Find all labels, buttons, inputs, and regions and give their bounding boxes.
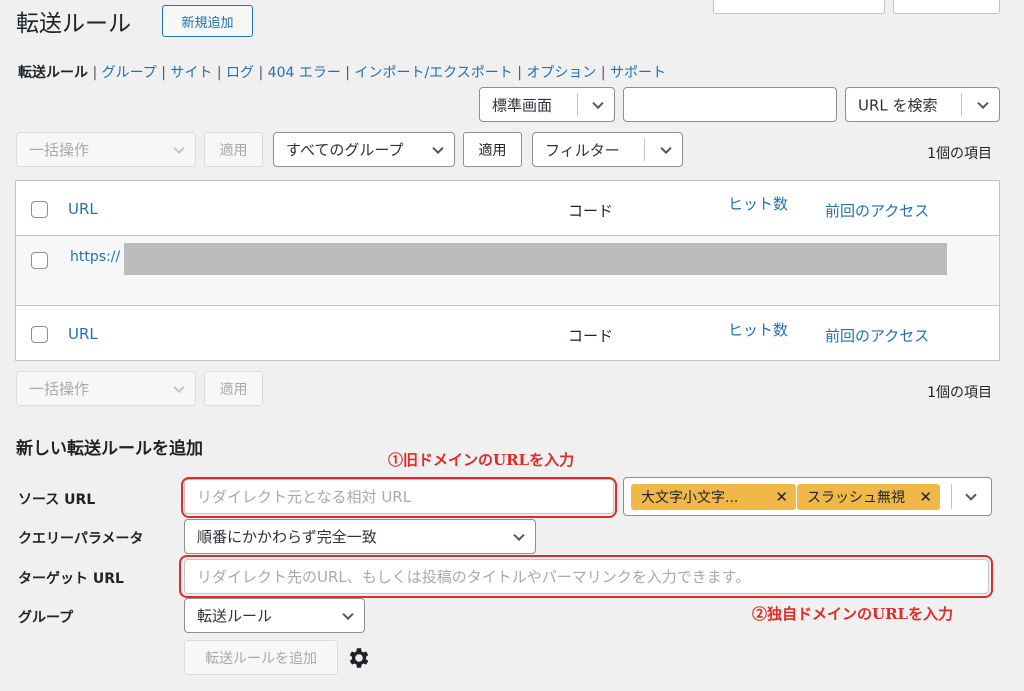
flags-select[interactable]: 大文字小文字... ✕ スラッシュ無視 ✕	[623, 477, 992, 516]
subnav-separator: |	[216, 65, 227, 81]
select-all-checkbox-footer[interactable]	[31, 326, 48, 343]
apply-button-bottom[interactable]: 適用	[204, 371, 263, 406]
chevron-down-icon	[977, 97, 989, 109]
select-all-checkbox[interactable]	[31, 201, 48, 218]
target-url-label: ターゲット URL	[18, 571, 124, 587]
subnav-item-groups[interactable]: グループ	[102, 65, 157, 81]
flag-case-insensitive[interactable]: 大文字小文字... ✕	[631, 484, 796, 510]
apply-group-button[interactable]: 適用	[463, 132, 522, 167]
add-rule-button[interactable]: 転送ルールを追加	[184, 640, 338, 675]
subnav-separator: |	[258, 65, 268, 81]
bulk-action-select[interactable]: 一括操作	[16, 132, 196, 167]
filter-value: フィルター	[545, 141, 620, 159]
subnav: 転送ルール | グループ | サイト | ログ | 404 エラー | インポー…	[18, 62, 666, 82]
chevron-down-icon	[592, 97, 604, 109]
table-row: https://	[16, 236, 999, 306]
select-divider	[644, 138, 645, 161]
flag-label: スラッシュ無視	[807, 490, 905, 506]
group-value: 転送ルール	[197, 607, 273, 625]
item-count: 1個の項目	[927, 146, 992, 162]
table-footer: URL コード ヒット数 前回のアクセス	[16, 306, 999, 360]
column-url[interactable]: URL	[68, 200, 98, 218]
row-url-link[interactable]: https://	[70, 249, 120, 265]
column-hits[interactable]: ヒット数	[728, 193, 788, 214]
screen-options-button[interactable]	[713, 0, 885, 14]
group-select[interactable]: 転送ルール	[184, 598, 365, 633]
subnav-separator: |	[517, 65, 527, 81]
table-header: URL コード ヒット数 前回のアクセス	[16, 181, 999, 236]
subnav-item-options[interactable]: オプション	[526, 65, 596, 81]
column-last-access[interactable]: 前回のアクセス	[825, 200, 929, 221]
remove-flag-icon[interactable]: ✕	[775, 488, 788, 506]
column-code: コード	[568, 202, 614, 220]
subnav-separator: |	[92, 65, 102, 81]
item-count-bottom: 1個の項目	[927, 385, 992, 401]
chevron-down-icon	[342, 608, 354, 620]
subnav-item-log[interactable]: ログ	[226, 65, 254, 81]
query-param-value: 順番にかかわらず完全一致	[197, 528, 377, 546]
chevron-down-icon	[173, 142, 185, 154]
subnav-item-import-export[interactable]: インポート/エクスポート	[354, 65, 512, 81]
subnav-item-support[interactable]: サポート	[610, 65, 666, 81]
source-url-label: ソース URL	[18, 492, 96, 508]
search-input[interactable]	[623, 87, 837, 122]
bulk-action-value: 一括操作	[29, 380, 90, 398]
help-button[interactable]	[893, 0, 1000, 14]
redacted-url-block	[124, 243, 947, 275]
select-divider	[577, 93, 578, 116]
remove-flag-icon[interactable]: ✕	[919, 488, 932, 506]
subnav-item-redirects[interactable]: 転送ルール	[18, 65, 88, 81]
gear-icon[interactable]	[346, 645, 372, 671]
group-label: グループ	[18, 610, 74, 626]
source-url-highlight	[181, 477, 617, 518]
search-by-value: URL を検索	[858, 96, 938, 114]
apply-button[interactable]: 適用	[204, 132, 263, 167]
column-url-footer[interactable]: URL	[68, 325, 98, 343]
query-param-select[interactable]: 順番にかかわらず完全一致	[184, 519, 536, 554]
group-filter-value: すべてのグループ	[286, 141, 404, 159]
column-last-access-footer[interactable]: 前回のアクセス	[825, 325, 929, 346]
search-by-select[interactable]: URL を検索	[845, 87, 1000, 122]
flag-ignore-slash[interactable]: スラッシュ無視 ✕	[797, 484, 940, 510]
column-code-footer: コード	[568, 327, 614, 345]
subnav-separator: |	[600, 65, 611, 81]
chevron-down-icon	[660, 142, 672, 154]
bulk-action-select-bottom[interactable]: 一括操作	[16, 371, 196, 406]
view-mode-select[interactable]: 標準画面	[479, 87, 615, 122]
chevron-down-icon	[513, 529, 525, 541]
chevron-down-icon[interactable]	[965, 489, 977, 501]
select-divider	[951, 484, 952, 509]
chevron-down-icon	[173, 381, 185, 393]
add-rule-heading: 新しい転送ルールを追加	[16, 439, 203, 459]
chevron-down-icon	[432, 142, 444, 154]
subnav-item-404[interactable]: 404 エラー	[268, 65, 341, 81]
annotation-old-domain: ①旧ドメインのURLを入力	[388, 451, 575, 469]
select-divider	[961, 93, 962, 116]
subnav-item-site[interactable]: サイト	[170, 65, 212, 81]
view-mode-value: 標準画面	[492, 96, 553, 114]
group-filter-select[interactable]: すべてのグループ	[273, 132, 455, 167]
row-checkbox[interactable]	[31, 252, 48, 269]
page-title: 転送ルール	[16, 11, 131, 37]
target-url-highlight	[179, 555, 993, 598]
add-new-button[interactable]: 新規追加	[162, 5, 253, 37]
flag-label: 大文字小文字...	[641, 490, 739, 506]
column-hits-footer[interactable]: ヒット数	[728, 319, 788, 340]
redirects-table: URL コード ヒット数 前回のアクセス https:// URL コード ヒッ…	[15, 180, 1000, 361]
bulk-action-value: 一括操作	[29, 141, 90, 159]
query-param-label: クエリーパラメータ	[18, 531, 144, 547]
annotation-custom-domain: ②独自ドメインのURLを入力	[752, 605, 954, 623]
filter-select[interactable]: フィルター	[532, 132, 683, 167]
